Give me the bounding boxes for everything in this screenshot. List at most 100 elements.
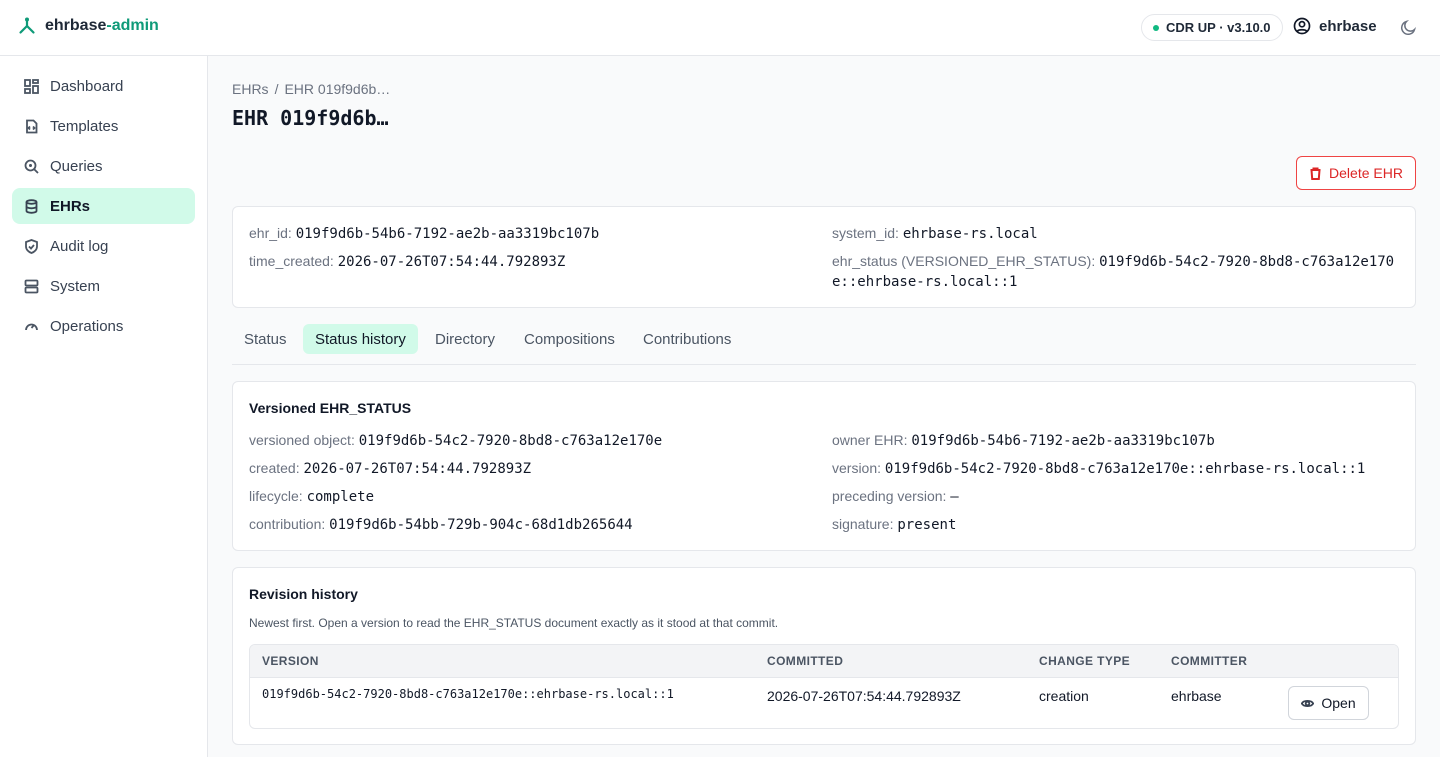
lifecycle-label: lifecycle: (249, 488, 303, 504)
system-id-label: system_id: (832, 225, 899, 241)
versioned-status-card: Versioned EHR_STATUS versioned object: 0… (232, 381, 1416, 551)
preceding-version-label: preceding version: (832, 488, 947, 504)
sidebar-item-label: Operations (50, 317, 124, 335)
row-committer: ehrbase (1171, 688, 1222, 704)
versioned-status-title: Versioned EHR_STATUS (249, 400, 412, 416)
preceding-version-value: — (950, 489, 959, 505)
ehr-status-value-cont: e::ehrbase-rs.local::1 (832, 274, 1018, 290)
sidebar-item-audit-log[interactable]: Audit log (12, 228, 195, 264)
user-circle-icon (1293, 17, 1311, 35)
user-name: ehrbase (1319, 17, 1377, 35)
sidebar-item-operations[interactable]: Operations (12, 308, 195, 344)
ehr-status-label: ehr_status (VERSIONED_EHR_STATUS): (832, 253, 1096, 269)
ehr-id-value: 019f9d6b-54b6-7192-ae2b-aa3319bc107b (295, 226, 600, 242)
brand-suffix: -admin (106, 17, 159, 34)
signature-row: signature: present (832, 514, 956, 535)
contribution-value: 019f9d6b-54bb-729b-904c-68d1db265644 (329, 517, 633, 533)
owner-ehr-row: owner EHR: 019f9d6b-54b6-7192-ae2b-aa331… (832, 430, 1215, 451)
sidebar-item-system[interactable]: System (12, 268, 195, 304)
breadcrumb-separator: / (274, 81, 279, 97)
breadcrumb-ehrs-link[interactable]: EHRs (232, 81, 269, 97)
ehr-id-label: ehr_id: (249, 225, 292, 241)
sidebar-item-queries[interactable]: Queries (12, 148, 195, 184)
shield-icon (25, 238, 38, 254)
tab-status-history[interactable]: Status history (303, 324, 418, 354)
version-value: 019f9d6b-54c2-7920-8bd8-c763a12e170e::eh… (884, 461, 1366, 477)
column-header-committed: COMMITTED (767, 654, 844, 668)
user-menu[interactable]: ehrbase (1293, 17, 1377, 35)
sidebar-item-dashboard[interactable]: Dashboard (12, 68, 195, 104)
database-icon (25, 198, 38, 214)
sidebar-item-label: Dashboard (50, 77, 124, 95)
trash-icon (1310, 167, 1321, 180)
dashboard-icon (24, 78, 39, 94)
system-id-row: system_id: ehrbase-rs.local (832, 223, 1038, 244)
sidebar-item-label: Audit log (50, 237, 109, 255)
created-row: created: 2026-07-26T07:54:44.792893Z (249, 458, 531, 479)
created-label: created: (249, 460, 300, 476)
row-committed: 2026-07-26T07:54:44.792893Z (767, 688, 961, 704)
logo-icon (19, 17, 35, 34)
cdr-status-badge: CDR UP · v3.10.0 (1141, 14, 1283, 41)
lifecycle-row: lifecycle: complete (249, 486, 374, 507)
open-version-button[interactable]: Open (1288, 686, 1369, 720)
row-change-type: creation (1039, 688, 1089, 704)
time-created-value: 2026-07-26T07:54:44.792893Z (337, 254, 566, 270)
contribution-label: contribution: (249, 516, 326, 532)
signature-label: signature: (832, 516, 894, 532)
brand-logo[interactable]: ehrbase-admin (18, 17, 159, 35)
ehr-status-row-cont: e::ehrbase-rs.local::1 (832, 271, 1017, 292)
server-icon (24, 279, 39, 293)
column-header-change-type: CHANGE TYPE (1039, 654, 1131, 668)
delete-ehr-button[interactable]: Delete EHR (1296, 156, 1416, 190)
query-icon (24, 159, 39, 174)
sidebar-item-label: Queries (50, 157, 103, 175)
sidebar: Dashboard Templates Queries EHRs Audit l… (0, 56, 208, 757)
status-dot-icon (1153, 24, 1159, 31)
sidebar-item-label: Templates (50, 117, 119, 135)
revision-history-title: Revision history (249, 586, 358, 602)
cdr-status-text: CDR UP · v3.10.0 (1166, 20, 1271, 35)
versioned-object-label: versioned object: (249, 432, 355, 448)
column-header-committer: COMMITTER (1171, 654, 1248, 668)
created-value: 2026-07-26T07:54:44.792893Z (303, 461, 532, 477)
template-icon (26, 119, 38, 133)
top-bar: ehrbase-admin CDR UP · v3.10.0 ehrbase (0, 0, 1440, 56)
table-header: VERSION COMMITTED CHANGE TYPE COMMITTER (250, 645, 1398, 678)
preceding-version-row: preceding version: — (832, 486, 959, 507)
breadcrumb: EHRs / EHR 019f9d6b… (232, 81, 390, 97)
page-title: EHR 019f9d6b… (232, 106, 389, 130)
version-row: version: 019f9d6b-54c2-7920-8bd8-c763a12… (832, 458, 1365, 479)
tab-contributions[interactable]: Contributions (631, 324, 743, 354)
brand-name: ehrbase (45, 17, 107, 34)
revision-history-subtitle: Newest first. Open a version to read the… (249, 616, 779, 630)
tab-directory[interactable]: Directory (423, 324, 507, 354)
ehr-tabs: Status Status history Directory Composit… (232, 324, 1416, 365)
owner-ehr-value: 019f9d6b-54b6-7192-ae2b-aa3319bc107b (911, 433, 1215, 449)
versioned-object-value: 019f9d6b-54c2-7920-8bd8-c763a12e170e (358, 433, 663, 449)
sidebar-item-label: EHRs (50, 197, 91, 215)
revision-table: VERSION COMMITTED CHANGE TYPE COMMITTER … (249, 644, 1399, 729)
contribution-row: contribution: 019f9d6b-54bb-729b-904c-68… (249, 514, 633, 535)
sidebar-item-label: System (50, 277, 101, 295)
version-label: version: (832, 460, 882, 476)
lifecycle-value: complete (306, 489, 375, 505)
main-content: EHRs / EHR 019f9d6b… EHR 019f9d6b… Delet… (208, 56, 1440, 757)
time-created-label: time_created: (249, 253, 334, 269)
moon-icon[interactable] (1400, 19, 1417, 36)
eye-icon (1301, 699, 1315, 707)
gauge-icon (25, 323, 38, 330)
tab-compositions[interactable]: Compositions (512, 324, 627, 354)
tab-status[interactable]: Status (232, 324, 299, 354)
sidebar-item-ehrs[interactable]: EHRs (12, 188, 195, 224)
ehr-summary-card: ehr_id: 019f9d6b-54b6-7192-ae2b-aa3319bc… (232, 206, 1416, 308)
versioned-object-row: versioned object: 019f9d6b-54c2-7920-8bd… (249, 430, 662, 451)
sidebar-item-templates[interactable]: Templates (12, 108, 195, 144)
open-version-label: Open (1321, 695, 1356, 711)
row-version: 019f9d6b-54c2-7920-8bd8-c763a12e170e::eh… (262, 687, 674, 701)
ehr-id-row: ehr_id: 019f9d6b-54b6-7192-ae2b-aa3319bc… (249, 223, 599, 244)
breadcrumb-current: EHR 019f9d6b… (284, 81, 391, 97)
ehr-status-row: ehr_status (VERSIONED_EHR_STATUS): 019f9… (832, 251, 1394, 272)
system-id-value: ehrbase-rs.local (902, 226, 1038, 242)
signature-value: present (897, 517, 957, 533)
